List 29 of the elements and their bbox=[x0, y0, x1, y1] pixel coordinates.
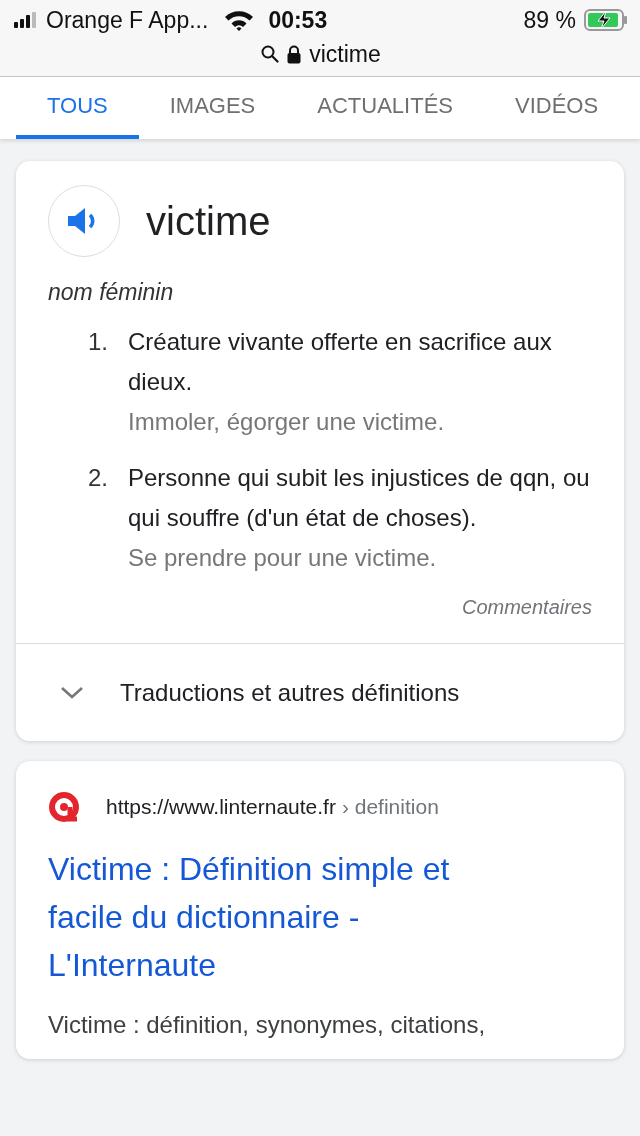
definition-text: Créature vivante offerte en sacrifice aux dieux. bbox=[128, 327, 553, 397]
tab[interactable]: ACTUALITÉS bbox=[286, 77, 484, 139]
sense-number: 2. bbox=[88, 463, 109, 493]
part-of-speech: nom féminin bbox=[47, 278, 175, 306]
breadcrumb: › definition bbox=[341, 795, 439, 819]
battery-icon bbox=[584, 9, 628, 31]
at-sign-icon bbox=[48, 791, 82, 823]
result-url: https://www.linternaute.fr bbox=[106, 795, 336, 819]
sense-number: 1. bbox=[88, 327, 109, 357]
result-snippet: Victime : définition, synonymes, citations, bbox=[48, 1011, 487, 1039]
tab[interactable]: TOUS bbox=[16, 77, 139, 139]
headword: victime bbox=[146, 198, 271, 244]
feedback-link[interactable]: Commentaires bbox=[461, 596, 592, 618]
search-icon bbox=[261, 45, 280, 63]
example-text: Se prendre pour une victime. bbox=[128, 543, 438, 573]
more-definitions-row[interactable]: Traductions et autres définitions bbox=[16, 643, 624, 741]
address-text[interactable]: victime bbox=[309, 40, 381, 68]
definition-text: Personne qui subit les injustices de qqn, ou qui souffre (d'un état de choses). bbox=[128, 463, 591, 533]
tab[interactable]: VIDÉOS bbox=[484, 77, 630, 139]
signal-icon bbox=[14, 12, 38, 28]
example-text: Immoler, égorger une victime. bbox=[128, 407, 446, 437]
result-title-link[interactable]: Victime : Définition simple et facile du dictionnaire - L'Internaute bbox=[48, 845, 518, 989]
carrier-name: Orange F App... bbox=[46, 6, 209, 34]
battery-percent: 89 % bbox=[523, 6, 576, 34]
tab[interactable]: IMAGES bbox=[138, 77, 287, 139]
lock-icon bbox=[287, 44, 302, 64]
chevron-down-icon bbox=[60, 685, 84, 700]
wifi-icon bbox=[224, 9, 255, 31]
clock: 00:53 bbox=[268, 6, 328, 34]
